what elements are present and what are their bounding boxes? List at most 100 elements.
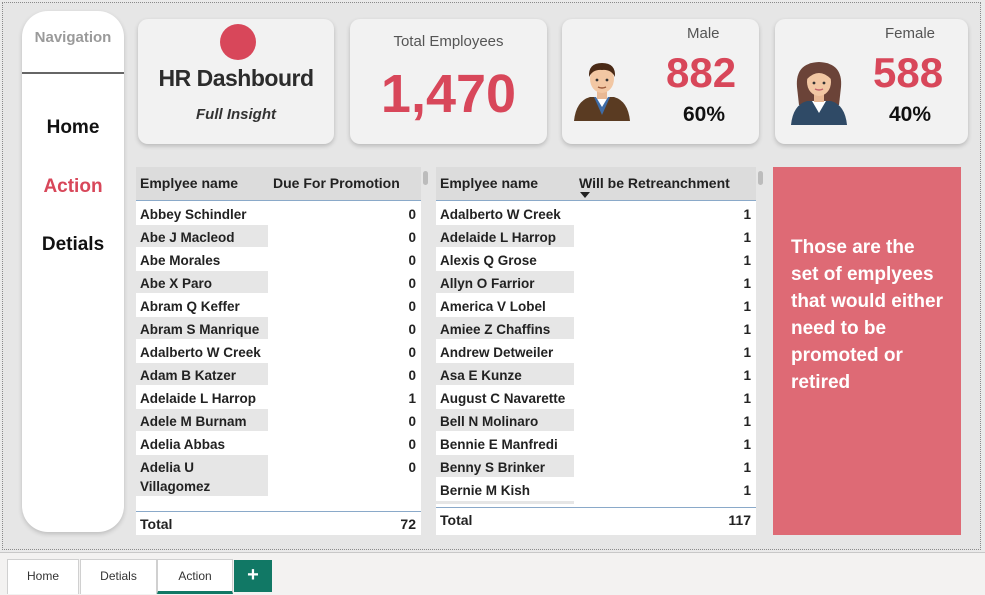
promotion-table-row[interactable]: Abram S Manrique 0 (136, 317, 421, 340)
promotion-row-name: Abbey Schindler (140, 207, 247, 222)
retrenchment-table-row[interactable]: America V Lobel 1 (436, 294, 756, 317)
male-value: 882 (666, 49, 737, 96)
promotion-table[interactable]: Emplyee name Due For Promotion Abbey Sch… (136, 167, 428, 535)
retrenchment-row-name: Andrew Detweiler (440, 345, 554, 360)
retrenchment-row-name: Adalberto W Creek (440, 207, 561, 222)
retrenchment-row-value: 1 (743, 483, 751, 498)
retrenchment-row-value: 1 (574, 501, 756, 504)
promotion-row-name: Adam B Katzer (140, 368, 237, 383)
promotion-table-scrollbar[interactable] (423, 171, 428, 185)
promotion-table-row[interactable]: Abbey Schindler 0 (136, 202, 421, 225)
retrenchment-table-row[interactable]: Bernie M Kish 1 (436, 478, 756, 501)
female-card: Female 588 40% (775, 19, 968, 144)
nav-detials-button[interactable]: Detials (22, 234, 124, 256)
retrenchment-table-row[interactable]: Adalberto W Creek 1 (436, 202, 756, 225)
retrenchment-row-value: 1 (574, 409, 756, 431)
female-label: Female (885, 25, 936, 42)
retrenchment-row-name: Benny S Brinker (440, 460, 546, 475)
promotion-table-rows: Abbey Schindler 0 Abe J Macleod 0 Abe Morale… (136, 202, 421, 509)
male-percentage: 60% (683, 103, 726, 126)
brand-dot (220, 24, 256, 60)
retrenchment-row-value: 1 (743, 207, 751, 222)
retrenchment-row-value: 1 (743, 391, 751, 406)
promotion-table-row[interactable]: Abe X Paro 0 (136, 271, 421, 294)
nav-home-button[interactable]: Home (22, 117, 124, 139)
add-page-button[interactable]: + (234, 560, 272, 592)
promotion-total-value: 72 (400, 516, 416, 532)
promotion-row-name: Abram Q Keffer (140, 299, 240, 314)
retrenchment-table-row[interactable]: Andrew Detweiler 1 (436, 340, 756, 363)
retrenchment-table-row[interactable]: Bennie E Manfredi 1 (436, 432, 756, 455)
tab-home[interactable]: Home (7, 559, 79, 594)
retrenchment-row-value: 1 (574, 455, 756, 477)
retrenchment-row-name: Brandon F M (436, 501, 574, 504)
retrenchment-col-name-header[interactable]: Emplyee name (440, 175, 538, 191)
promotion-row-value: 0 (268, 271, 421, 293)
promotion-table-row[interactable]: Abe J Macleod 0 (136, 225, 421, 248)
nav-action-button[interactable]: Action (22, 176, 124, 198)
promotion-row-value: 0 (268, 225, 421, 247)
navigation-panel: Navigation Home Action Detials (22, 11, 124, 532)
retrenchment-row-name: America V Lobel (440, 299, 546, 314)
female-avatar-icon (791, 62, 847, 125)
promotion-row-name: Abe J Macleod (140, 230, 235, 245)
retrenchment-row-name: Adelaide L Harrop (440, 230, 557, 245)
retrenchment-row-name: August C Navarette (440, 391, 566, 406)
report-canvas: Navigation Home Action Detials HR Dashbo… (2, 2, 981, 550)
retrenchment-table-row[interactable]: Asa E Kunze 1 (436, 363, 756, 386)
promotion-col-value-header[interactable]: Due For Promotion (273, 175, 400, 191)
female-value: 588 (873, 49, 944, 96)
promotion-table-row[interactable]: Adelia Abbas 0 (136, 432, 421, 455)
total-employees-label: Total Employees (393, 33, 504, 50)
retrenchment-col-value-header[interactable]: Will be Retreanchment (579, 175, 730, 191)
promotion-row-value: 0 (268, 363, 421, 385)
retrenchment-row-value: 1 (743, 345, 751, 360)
retrenchment-table-row[interactable]: Bell N Molinaro 1 (436, 409, 756, 432)
female-percentage: 40% (889, 103, 932, 126)
tab-detials[interactable]: Detials (80, 559, 157, 594)
retrenchment-row-name: Asa E Kunze (440, 368, 522, 383)
promotion-row-name: Abe X Paro (140, 276, 213, 291)
title-card: HR Dashbourd Full Insight (138, 19, 334, 144)
retrenchment-table-row[interactable]: August C Navarette 1 (436, 386, 756, 409)
retrenchment-row-name: Alexis Q Grose (440, 253, 537, 268)
navigation-divider (22, 72, 124, 74)
promotion-table-total: Total 72 (136, 511, 421, 535)
page-tab-bar: Home Detials Action + (0, 552, 985, 595)
retrenchment-row-value: 1 (574, 271, 756, 293)
retrenchment-table-scrollbar[interactable] (758, 171, 763, 185)
male-avatar-icon (574, 63, 630, 121)
promotion-table-row[interactable]: Adalberto W Creek 0 (136, 340, 421, 363)
promotion-table-row[interactable]: Adam B Katzer 0 (136, 363, 421, 386)
retrenchment-table-row[interactable]: Benny S Brinker 1 (436, 455, 756, 478)
promotion-table-row[interactable]: Adelaide L Harrop 1 (136, 386, 421, 409)
promotion-row-name: Abram S Manrique (140, 322, 260, 337)
promotion-table-row[interactable]: Adele M Burnam 0 (136, 409, 421, 432)
promotion-row-value: 0 (408, 437, 416, 452)
retrenchment-table[interactable]: Emplyee name Will be Retreanchment Adalb… (436, 167, 763, 535)
retrenchment-table-row[interactable]: Alexis Q Grose 1 (436, 248, 756, 271)
retrenchment-table-row[interactable]: Allyn O Farrior 1 (436, 271, 756, 294)
retrenchment-row-name: Bell N Molinaro (440, 414, 539, 429)
promotion-table-header: Emplyee name Due For Promotion (136, 167, 421, 201)
sort-descending-icon[interactable] (580, 192, 590, 198)
retrenchment-table-row[interactable]: Adelaide L Harrop 1 (436, 225, 756, 248)
retrenchment-table-row[interactable]: Amiee Z Chaffins 1 (436, 317, 756, 340)
promotion-table-row[interactable]: Abe Morales 0 (136, 248, 421, 271)
promotion-table-row[interactable]: Adelia U Villagomez 0 (136, 455, 421, 497)
promotion-col-name-header[interactable]: Emplyee name (140, 175, 238, 191)
promotion-row-name: Abe Morales (140, 253, 221, 268)
tab-action[interactable]: Action (157, 559, 233, 594)
promotion-table-row[interactable]: Abram Q Keffer 0 (136, 294, 421, 317)
promotion-row-value: 0 (408, 207, 416, 222)
promotion-row-name: Adele M Burnam (140, 414, 247, 429)
navigation-title: Navigation (34, 29, 112, 46)
retrenchment-total-value: 117 (728, 512, 751, 528)
retrenchment-table-row[interactable]: Brandon F M1 (436, 501, 756, 504)
promotion-row-value: 1 (408, 391, 416, 406)
retrenchment-row-value: 1 (574, 363, 756, 385)
retrenchment-row-name: Bennie E Manfredi (440, 437, 558, 452)
promotion-total-label: Total (140, 516, 173, 532)
retrenchment-row-name: Allyn O Farrior (440, 276, 535, 291)
promotion-row-value: 0 (268, 409, 421, 431)
